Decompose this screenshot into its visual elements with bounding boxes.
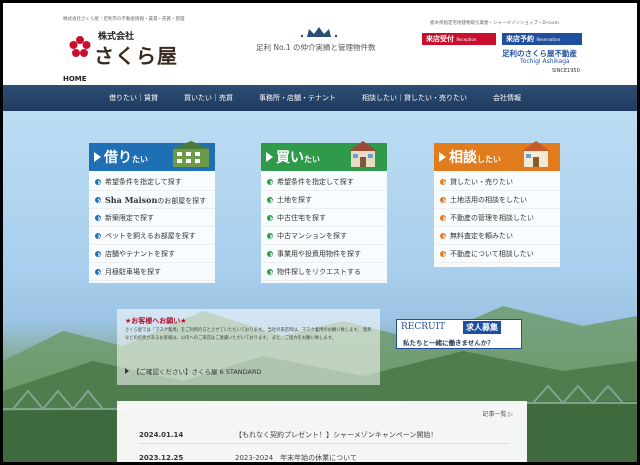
buy-link-used-mansion[interactable]: 中古マンションを探す	[261, 227, 387, 245]
buy-link-conditions[interactable]: 希望条件を指定して探す	[261, 173, 387, 191]
visit-reservation-label: 来店予約	[506, 35, 534, 43]
header-slogan: 足利 No.1 の仲介実績と管理物件数	[256, 43, 376, 52]
header-license-text: 栃木県指定宅地建物取引業者・シャーメゾンショップ・D-room	[430, 21, 560, 26]
consult-title-main: 相談	[449, 150, 477, 166]
visit-reception-sub: Reception	[456, 37, 477, 42]
buy-title-main: 買い	[276, 150, 304, 166]
rent-card-title: 借りたい	[104, 147, 148, 167]
site-header: 株式会社さくら屋｜足利市の不動産情報・賃貸・売買・管理 株式会社 さくら屋 足利…	[3, 3, 637, 85]
consult-links: 貸したい・売りたい 土地活用の相談をしたい 不動産の管理を相談したい 無料査定を…	[434, 173, 560, 263]
home-breadcrumb[interactable]: HOME	[63, 75, 87, 83]
logo-name: さくら屋	[94, 44, 178, 68]
nav-item-office[interactable]: 事務所・店舗・テナント	[259, 85, 336, 111]
page-frame: 株式会社さくら屋｜足利市の不動産情報・賃貸・売買・管理 株式会社 さくら屋 足利…	[3, 3, 637, 462]
recruit-en: RECRUIT	[401, 322, 446, 332]
buy-card-title: 買いたい	[276, 147, 320, 167]
arrow-right-icon	[266, 152, 273, 162]
notice-link-label: 【ご確認ください】さくら屋 6 STANDARD	[133, 368, 262, 376]
buy-link-request[interactable]: 物件探しをリクエストする	[261, 263, 387, 281]
triangle-right-icon	[125, 368, 129, 374]
nav-item-buy[interactable]: 買いたい｜売買	[184, 85, 233, 111]
site-logo[interactable]: 株式会社 さくら屋	[66, 25, 181, 68]
buy-link-land[interactable]: 土地を探す	[261, 191, 387, 209]
consult-card-title: 相談したい	[449, 147, 501, 167]
visit-reservation-button[interactable]: 来店予約 Reservation	[502, 33, 582, 45]
shamaison-logo: Sha Maison	[105, 195, 158, 205]
consult-title-small: したい	[477, 155, 501, 164]
consult-link-general[interactable]: 不動産について相談したい	[434, 245, 560, 263]
news-title: 2023-2024 年末年始の休業について	[235, 454, 357, 462]
buy-links: 希望条件を指定して探す 土地を探す 中古住宅を探す 中古マンションを探す 事業用…	[261, 173, 387, 281]
rent-link-tenant[interactable]: 店舗やテナントを探す	[89, 245, 215, 263]
consult-card-header[interactable]: 相談したい	[434, 141, 560, 171]
recruit-sub: 私たちと一緒に働きませんか？	[403, 339, 494, 347]
consult-link-land-use[interactable]: 土地活用の相談をしたい	[434, 191, 560, 209]
nav-item-company[interactable]: 会社情報	[493, 85, 521, 111]
buy-card: 買いたい 希望条件を指定して探す 土地を探す 中古住宅を探す 中古マンションを探…	[261, 141, 387, 283]
arrow-right-icon	[94, 152, 101, 162]
rent-link-conditions[interactable]: 希望条件を指定して探す	[89, 173, 215, 191]
sakura-flower-icon	[69, 36, 91, 57]
crown-icon	[300, 27, 338, 38]
rent-card-header[interactable]: 借りたい	[89, 141, 215, 171]
arrow-right-icon	[439, 152, 446, 162]
rent-card: 借りたい 希望条件を指定して探す Sha Maisonのお部屋を探す 新築限定で…	[89, 141, 215, 283]
rent-title-small: たい	[132, 155, 148, 164]
consult-link-appraisal[interactable]: 無料査定を頼みたい	[434, 227, 560, 245]
visit-reservation-sub: Reservation	[536, 37, 561, 42]
buy-title-small: たい	[304, 155, 320, 164]
main-visual: 借りたい 希望条件を指定して探す Sha Maisonのお部屋を探す 新築限定で…	[3, 111, 637, 462]
consult-link-management[interactable]: 不動産の管理を相談したい	[434, 209, 560, 227]
apartment-building-icon	[173, 141, 209, 167]
rent-links: 希望条件を指定して探す Sha Maisonのお部屋を探す 新築限定で探す ペッ…	[89, 173, 215, 281]
global-nav: 借りたい｜賃貸 買いたい｜売買 事務所・店舗・テナント 相談したい｜貸したい・売…	[3, 85, 637, 111]
news-date: 2024.01.14	[139, 431, 184, 439]
rent-link-shamaison[interactable]: Sha Maisonのお部屋を探す	[89, 191, 215, 209]
since-year: SINCE1950	[552, 68, 580, 74]
header-tagline: 株式会社さくら屋｜足利市の不動産情報・賃貸・売買・管理	[63, 17, 185, 22]
rent-link-new[interactable]: 新築限定で探す	[89, 209, 215, 227]
news-more-link[interactable]: 記事一覧 ▷	[482, 409, 513, 418]
news-section: 記事一覧 ▷ 2024.01.14 【もれなく契約プレゼント！】シャーメゾンキャ…	[117, 401, 527, 462]
rent-link-parking[interactable]: 月極駐車場を探す	[89, 263, 215, 281]
news-item[interactable]: 2023.12.25 2023-2024 年末年始の休業について	[139, 449, 509, 462]
notice-body: さくら屋では「マスク着用」をご利用の方とさせていただいております。 当社の来店時…	[125, 328, 372, 341]
visit-reception-button[interactable]: 来店受付 Reception	[422, 33, 496, 45]
house-consult-icon	[522, 141, 550, 167]
buy-card-header[interactable]: 買いたい	[261, 141, 387, 171]
consult-card: 相談したい 貸したい・売りたい 土地活用の相談をしたい 不動産の管理を相談したい…	[434, 141, 560, 267]
notice-link[interactable]: 【ご確認ください】さくら屋 6 STANDARD	[125, 366, 262, 376]
recruit-jp: 求人募集	[463, 321, 501, 334]
rent-title-main: 借り	[104, 150, 132, 166]
shamaison-link-label: のお部屋を探す	[157, 197, 207, 205]
house-icon	[349, 141, 377, 167]
rent-link-pets[interactable]: ペットを飼えるお部屋を探す	[89, 227, 215, 245]
news-item[interactable]: 2024.01.14 【もれなく契約プレゼント！】シャーメゾンキャンペーン開始！	[139, 426, 509, 444]
consult-link-sell[interactable]: 貸したい・売りたい	[434, 173, 560, 191]
recruit-banner[interactable]: RECRUIT 求人募集 私たちと一緒に働きませんか？	[396, 319, 522, 349]
notice-box: ★お客様へお願い★ さくら屋では「マスク着用」をご利用の方とさせていただいており…	[117, 309, 380, 385]
news-title: 【もれなく契約プレゼント！】シャーメゾンキャンペーン開始！	[235, 431, 438, 439]
visit-reception-label: 来店受付	[426, 35, 454, 43]
brand-en: Tochigi Ashikaga	[520, 58, 570, 65]
notice-title: ★お客様へお願い★	[125, 317, 187, 325]
buy-link-investment[interactable]: 事業用や投資用物件を探す	[261, 245, 387, 263]
nav-item-consult[interactable]: 相談したい｜貸したい・売りたい	[362, 85, 467, 111]
nav-item-rent[interactable]: 借りたい｜賃貸	[109, 85, 158, 111]
buy-link-used-house[interactable]: 中古住宅を探す	[261, 209, 387, 227]
news-date: 2023.12.25	[139, 454, 184, 462]
